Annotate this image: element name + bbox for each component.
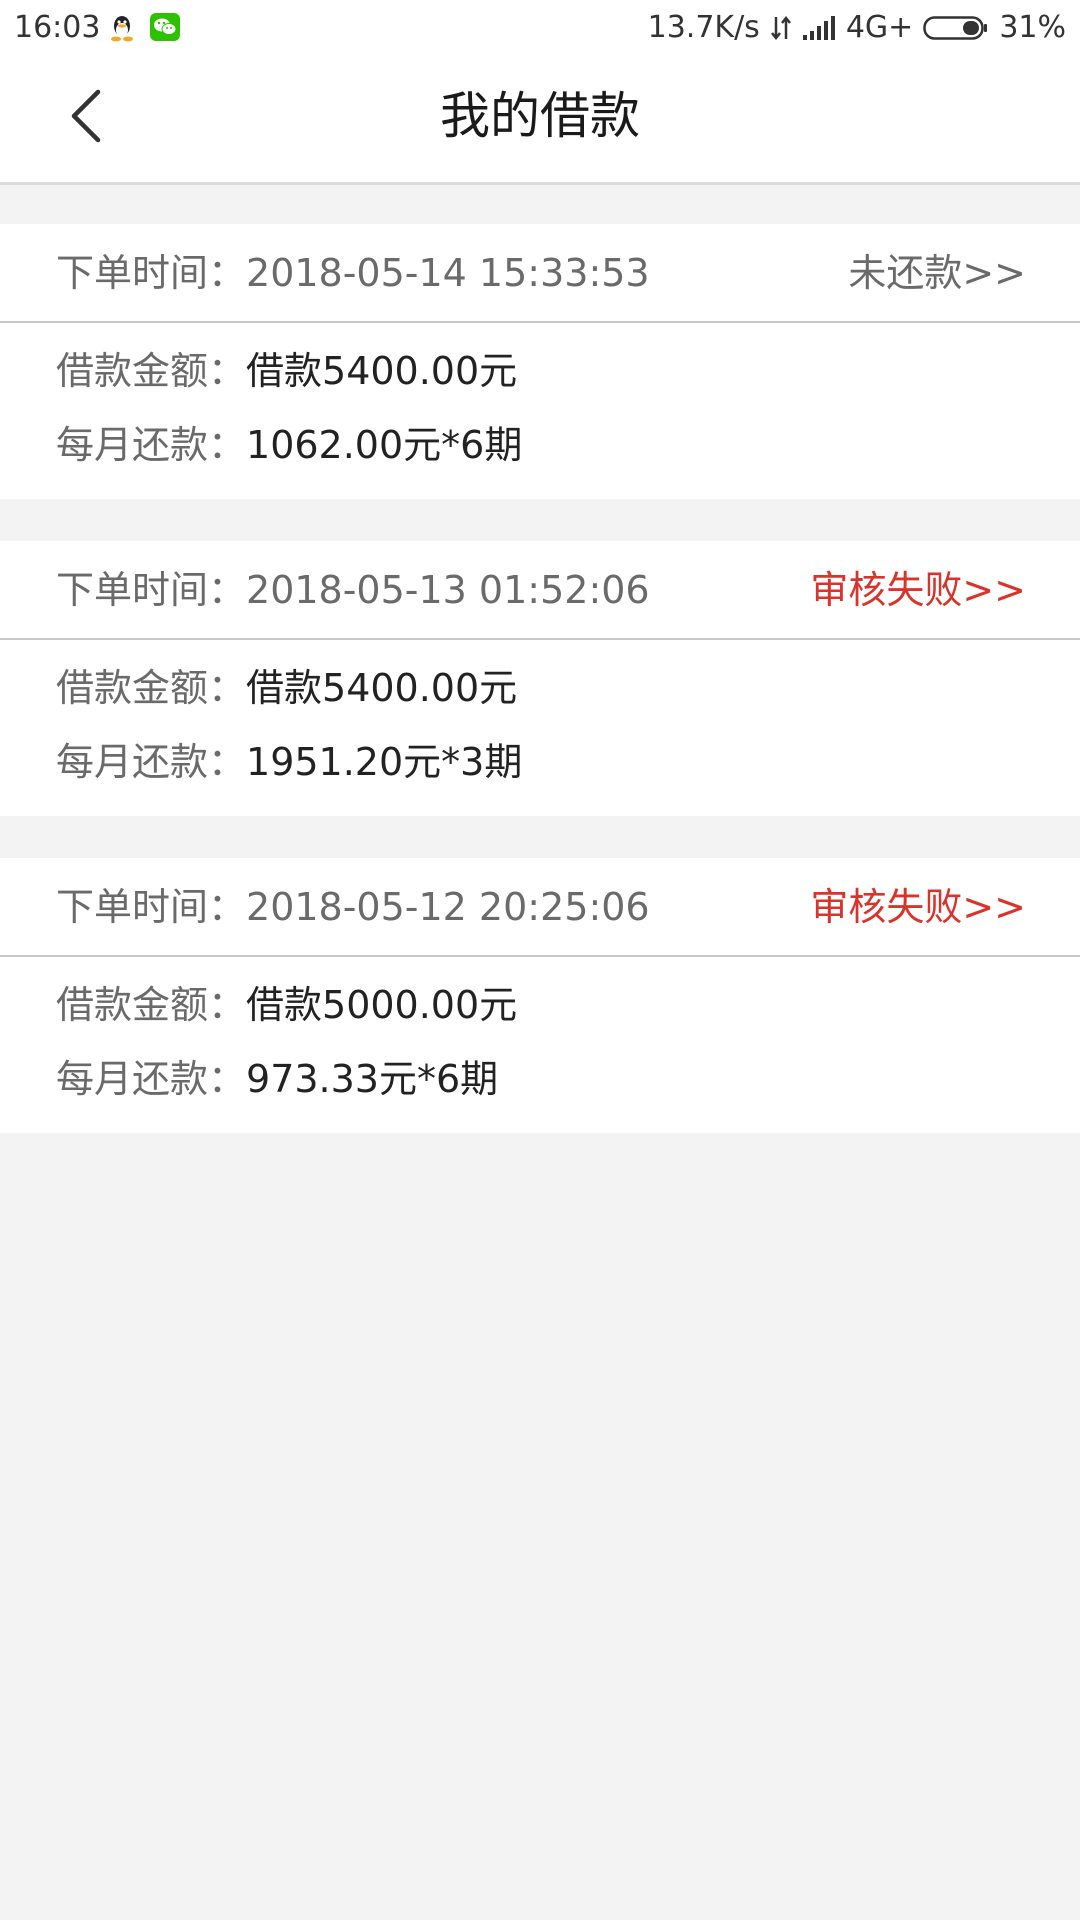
order-time-label: 下单时间： [56,568,247,612]
wechat-icon [150,13,180,41]
monthly-repay-row: 每月还款：1062.00元*6期 [56,422,522,468]
loan-card-header: 下单时间：2018-05-14 15:33:53 未还款>> [0,224,1080,323]
monthly-repay-label: 每月还款： [56,740,247,784]
loan-amount-row: 借款金额：借款5000.00元 [56,982,517,1028]
loan-amount-label: 借款金额： [56,666,247,710]
monthly-repay-value: 1062.00元*6期 [246,423,523,467]
loan-amount-row: 借款金额：借款5400.00元 [56,665,517,711]
monthly-repay-label: 每月还款： [56,1057,247,1101]
loan-status-link[interactable]: 审核失败>> [810,567,1026,613]
header: 我的借款 [0,56,1080,185]
loan-card-header: 下单时间：2018-05-13 01:52:06 审核失败>> [0,541,1080,640]
order-time-label: 下单时间： [56,251,247,295]
order-time-value: 2018-05-14 15:33:53 [246,251,650,295]
monthly-repay-value: 1951.20元*3期 [246,740,523,784]
qq-icon [110,14,134,42]
page-title: 我的借款 [440,87,640,145]
loan-amount-value: 借款5000.00元 [246,983,518,1027]
loan-card-header: 下单时间：2018-05-12 20:25:06 审核失败>> [0,858,1080,957]
status-right-group: 13.7K/s 4G+ 31% [648,10,1066,46]
loan-amount-row: 借款金额：借款5400.00元 [56,348,517,394]
loan-card[interactable]: 下单时间：2018-05-12 20:25:06 审核失败>> 借款金额：借款5… [0,858,1080,1133]
order-time: 下单时间：2018-05-13 01:52:06 [56,567,650,613]
data-transfer-icon [770,15,792,41]
order-time: 下单时间：2018-05-12 20:25:06 [56,884,650,930]
loan-status-link[interactable]: 审核失败>> [810,884,1026,930]
status-time: 16:03 [14,10,101,45]
network-type: 4G+ [845,10,914,45]
battery-level: 31% [999,10,1066,45]
signal-icon [802,15,836,41]
order-time-value: 2018-05-12 20:25:06 [246,885,650,929]
monthly-repay-row: 每月还款：973.33元*6期 [56,1056,498,1102]
loan-amount-value: 借款5400.00元 [246,349,518,393]
status-bar: 16:03 13.7K/s 4G+ 31% [0,0,1080,56]
monthly-repay-label: 每月还款： [56,423,247,467]
loan-card[interactable]: 下单时间：2018-05-13 01:52:06 审核失败>> 借款金额：借款5… [0,541,1080,816]
monthly-repay-row: 每月还款：1951.20元*3期 [56,739,522,785]
loan-card[interactable]: 下单时间：2018-05-14 15:33:53 未还款>> 借款金额：借款54… [0,224,1080,499]
order-time-value: 2018-05-13 01:52:06 [246,568,650,612]
order-time-label: 下单时间： [56,885,247,929]
monthly-repay-value: 973.33元*6期 [246,1057,499,1101]
loan-amount-label: 借款金额： [56,349,247,393]
battery-icon [923,15,989,41]
loan-status-link[interactable]: 未还款>> [848,250,1026,296]
loan-amount-value: 借款5400.00元 [246,666,518,710]
order-time: 下单时间：2018-05-14 15:33:53 [56,250,650,296]
loan-amount-label: 借款金额： [56,983,247,1027]
network-speed: 13.7K/s [647,10,760,45]
